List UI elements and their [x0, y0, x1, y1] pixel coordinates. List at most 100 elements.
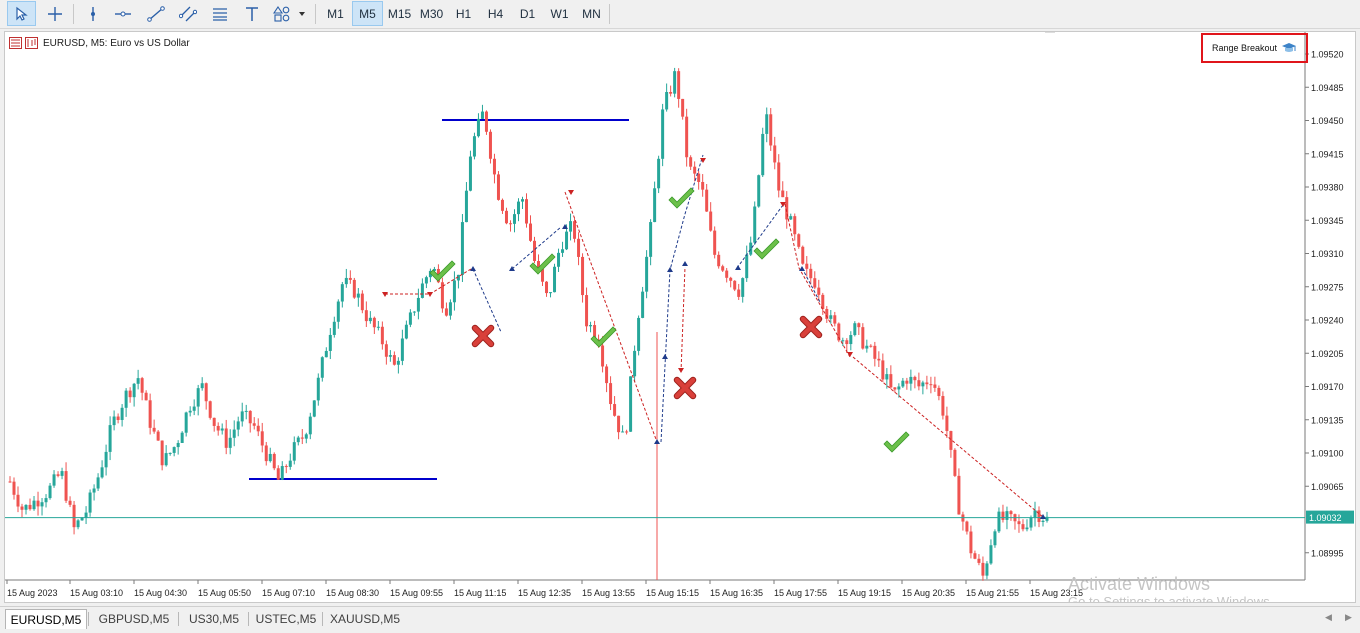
shapes-tool-button[interactable] [270, 1, 310, 26]
text-tool-button[interactable] [238, 1, 266, 26]
candle-body [280, 466, 284, 480]
time-axis-label: 15 Aug 04:30 [134, 588, 187, 598]
price-axis-label: 1.09065 [1311, 482, 1344, 492]
candle-body [765, 114, 769, 134]
crosshair-tool-button[interactable] [40, 1, 69, 26]
chart-menu-icon[interactable] [9, 37, 39, 49]
candle-body [12, 481, 16, 495]
timeframe-h1-button[interactable]: H1 [448, 1, 479, 26]
tabs-scroll-right-icon[interactable]: ▶ [1345, 612, 1352, 623]
sell-arrow-icon [847, 352, 853, 357]
candle-body [292, 442, 296, 461]
price-axis-label: 1.09170 [1311, 382, 1344, 392]
tabs-scroll-left-icon[interactable]: ◀ [1325, 612, 1332, 623]
candle-body [729, 277, 733, 281]
buy-arrow-icon [509, 266, 515, 271]
candle-body [945, 415, 949, 432]
candle-body [296, 437, 300, 443]
timeframe-m15-button[interactable]: M15 [384, 1, 415, 26]
price-axis-label: 1.09100 [1311, 449, 1344, 459]
candle-body [649, 222, 653, 257]
candle-body [913, 376, 917, 381]
vertical-line-icon [91, 6, 95, 21]
candle-body [468, 156, 472, 191]
candle-body [152, 427, 156, 432]
candle-body [68, 500, 72, 505]
channel-tool-button[interactable] [174, 1, 202, 26]
candle-body [1033, 510, 1037, 518]
candle-body [160, 440, 164, 466]
candle-body [312, 400, 316, 417]
candle-body [8, 481, 12, 483]
toolbar-separator [609, 4, 610, 24]
candle-body [120, 407, 124, 420]
candle-body [108, 425, 112, 452]
candle-body [609, 383, 613, 405]
timeframe-h4-button[interactable]: H4 [480, 1, 511, 26]
candle-body [917, 380, 921, 387]
candle-body [132, 383, 136, 398]
timeframe-w1-button[interactable]: W1 [544, 1, 575, 26]
candle-body [925, 382, 929, 385]
time-axis-label: 15 Aug 09:55 [390, 588, 443, 598]
fibonacci-tool-button[interactable] [206, 1, 234, 26]
timeframe-m5-button[interactable]: M5 [352, 1, 383, 26]
candle-body [829, 315, 833, 319]
timeframe-m30-button[interactable]: M30 [416, 1, 447, 26]
candle-body [981, 562, 985, 576]
candle-body [256, 425, 260, 432]
candle-body [484, 111, 488, 132]
candle-body [520, 199, 524, 202]
cursor-icon [15, 6, 28, 21]
candle-body [857, 323, 861, 328]
chart-header: EURUSD, M5: Euro vs US Dollar [9, 37, 190, 49]
candle-body [737, 289, 741, 297]
toolbar: M1 M5 M15 M30 H1 H4 D1 W1 MN [0, 0, 1360, 29]
candlestick-chart[interactable]: 1.09520 1.09485 1.09450 1.09415 1.09380 1.093… [5, 32, 1355, 602]
candle-body [220, 428, 224, 431]
candle-body [28, 504, 32, 510]
candle-body [364, 310, 368, 322]
trendline-icon [147, 5, 165, 22]
toolbar-separator [73, 4, 74, 24]
candle-body [633, 350, 637, 377]
chart-tab-gbpusd[interactable]: GBPUSD,M5 [91, 609, 177, 629]
candle-body [669, 91, 673, 94]
candle-body [404, 324, 408, 339]
chart-tab-ustec[interactable]: USTEC,M5 [251, 609, 321, 629]
buy-arrow-icon [654, 439, 660, 444]
chart-tab-xauusd[interactable]: XAUUSD,M5 [325, 609, 405, 629]
timeframe-mn-button[interactable]: MN [576, 1, 607, 26]
price-axis-label: 1.09205 [1311, 349, 1344, 359]
indicator-label-box[interactable]: Range Breakout [1201, 33, 1308, 63]
candle-body [1041, 520, 1045, 522]
tab-separator [248, 612, 249, 626]
candle-body [464, 190, 468, 223]
candle-body [1021, 524, 1025, 530]
candle-body [176, 442, 180, 448]
candle-body [813, 278, 817, 288]
chart-symbol-title: EURUSD, M5: Euro vs US Dollar [43, 37, 190, 49]
horizontal-line-tool-button[interactable] [110, 1, 136, 26]
candle-body [905, 380, 909, 384]
chart-tab-us30[interactable]: US30,M5 [181, 609, 247, 629]
cursor-tool-button[interactable] [7, 1, 36, 26]
candle-body [156, 431, 160, 441]
vertical-line-tool-button[interactable] [80, 1, 106, 26]
candle-body [32, 500, 36, 510]
candle-body [16, 494, 20, 507]
chart-window[interactable]: 1.09520 1.09485 1.09450 1.09415 1.09380 1.093… [4, 31, 1356, 603]
candle-body [861, 327, 865, 349]
chart-tab-eurusd[interactable]: EURUSD,M5 [5, 609, 87, 629]
candle-body [817, 287, 821, 295]
trendline-tool-button[interactable] [142, 1, 170, 26]
timeframe-d1-button[interactable]: D1 [512, 1, 543, 26]
candle-body [805, 263, 809, 269]
candle-body [112, 416, 116, 426]
candle-body [164, 453, 168, 466]
candle-body [997, 511, 1001, 532]
candle-body [232, 429, 236, 438]
time-axis-label: 15 Aug 20:35 [902, 588, 955, 598]
timeframe-m1-button[interactable]: M1 [320, 1, 351, 26]
sell-arrow-icon [678, 368, 684, 373]
